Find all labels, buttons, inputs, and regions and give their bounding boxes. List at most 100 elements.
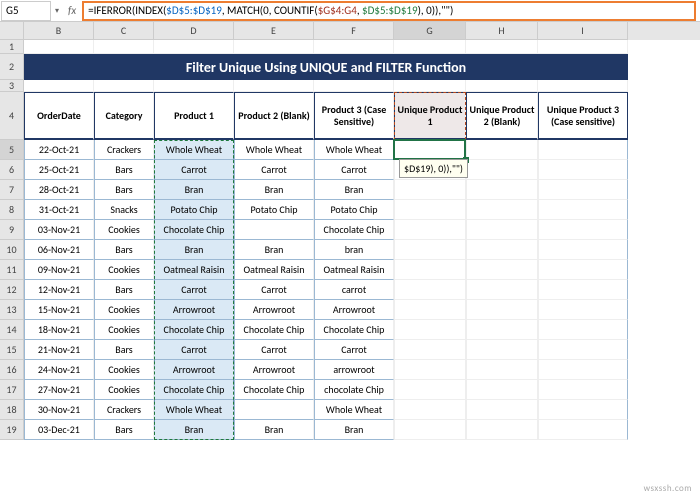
row-header-13[interactable]: 13 [0,300,24,320]
cell-I15[interactable] [538,340,628,360]
cell-F12[interactable]: carrot [314,280,394,300]
cell-G19[interactable] [394,420,466,440]
cell-C14[interactable]: Cookies [94,320,154,340]
cell-D13[interactable]: Arrowroot [154,300,234,320]
cell-D6[interactable]: Carrot [154,160,234,180]
cell-H10[interactable] [466,240,538,260]
cell-D12[interactable]: Carrot [154,280,234,300]
cell-B7[interactable]: 28-Oct-21 [24,180,94,200]
cell-I17[interactable] [538,380,628,400]
cell-G11[interactable] [394,260,466,280]
cell-E7[interactable]: Bran [234,180,314,200]
cell-F18[interactable]: Whole Wheat [314,400,394,420]
cell-G12[interactable] [394,280,466,300]
cell-C9[interactable]: Cookies [94,220,154,240]
cell-H9[interactable] [466,220,538,240]
cell-F9[interactable]: Chocolate Chip [314,220,394,240]
row-header-8[interactable]: 8 [0,200,24,220]
cell-E13[interactable]: Arrowroot [234,300,314,320]
row-header-3[interactable]: 3 [0,80,24,92]
cell-D19[interactable]: Bran [154,420,234,440]
cell-C18[interactable]: Crackers [94,400,154,420]
cell-E5[interactable]: Whole Wheat [234,140,314,160]
row-header-12[interactable]: 12 [0,280,24,300]
cell-B6[interactable]: 25-Oct-21 [24,160,94,180]
row-header-14[interactable]: 14 [0,320,24,340]
cell-D15[interactable]: Carrot [154,340,234,360]
cell-D17[interactable]: Chocolate Chip [154,380,234,400]
row-header-18[interactable]: 18 [0,400,24,420]
cell-E6[interactable]: Carrot [234,160,314,180]
cell-I6[interactable] [538,160,628,180]
cell-D7[interactable]: Bran [154,180,234,200]
cell-G15[interactable] [394,340,466,360]
cell-I13[interactable] [538,300,628,320]
cell-I14[interactable] [538,320,628,340]
col-header-G[interactable]: G [394,22,466,40]
cell-C8[interactable]: Snacks [94,200,154,220]
cell-D14[interactable]: Chocolate Chip [154,320,234,340]
col-header-B[interactable]: B [24,22,94,40]
row-header-1[interactable]: 1 [0,40,24,54]
cell-H18[interactable] [466,400,538,420]
cell-I9[interactable] [538,220,628,240]
cell-B14[interactable]: 18-Nov-21 [24,320,94,340]
cell-C16[interactable]: Cookies [94,360,154,380]
cell-D8[interactable]: Potato Chip [154,200,234,220]
cell-C11[interactable]: Cookies [94,260,154,280]
cell-G18[interactable] [394,400,466,420]
row-header-10[interactable]: 10 [0,240,24,260]
row-header-11[interactable]: 11 [0,260,24,280]
cell-B12[interactable]: 12-Nov-21 [24,280,94,300]
cell-G8[interactable] [394,200,466,220]
cell-I10[interactable] [538,240,628,260]
row-header-9[interactable]: 9 [0,220,24,240]
col-header-E[interactable]: E [234,22,314,40]
cell-G13[interactable] [394,300,466,320]
cell-I5[interactable] [538,140,628,160]
cell-E18[interactable] [234,400,314,420]
name-box[interactable]: G5 [1,1,51,21]
cell-G5[interactable] [394,140,466,160]
cell-B15[interactable]: 21-Nov-21 [24,340,94,360]
cell-I19[interactable] [538,420,628,440]
cell-B9[interactable]: 03-Nov-21 [24,220,94,240]
col-header-D[interactable]: D [154,22,234,40]
cell-I16[interactable] [538,360,628,380]
cell-F19[interactable]: Bran [314,420,394,440]
cell-C5[interactable]: Crackers [94,140,154,160]
cell-C17[interactable]: Cookies [94,380,154,400]
col-header-F[interactable]: F [314,22,394,40]
cell-H15[interactable] [466,340,538,360]
cell-H16[interactable] [466,360,538,380]
cell-H17[interactable] [466,380,538,400]
cell-H7[interactable] [466,180,538,200]
cell-B18[interactable]: 30-Nov-21 [24,400,94,420]
cell-F8[interactable]: Potato Chip [314,200,394,220]
cell-E15[interactable]: Carrot [234,340,314,360]
cell-G7[interactable] [394,180,466,200]
cell-B17[interactable]: 27-Nov-21 [24,380,94,400]
cell-F11[interactable]: Oatmeal Raisin [314,260,394,280]
cell-H11[interactable] [466,260,538,280]
cell-B16[interactable]: 24-Nov-21 [24,360,94,380]
cell-C6[interactable]: Bars [94,160,154,180]
cell-G17[interactable] [394,380,466,400]
cell-H14[interactable] [466,320,538,340]
cell-E11[interactable]: Oatmeal Raisin [234,260,314,280]
formula-input[interactable]: =IFERROR(INDEX($D$5:$D$19, MATCH(0, COUN… [82,1,696,21]
cell-B19[interactable]: 03-Dec-21 [24,420,94,440]
cell-C15[interactable]: Bars [94,340,154,360]
col-header-I[interactable]: I [538,22,628,40]
cell-E10[interactable]: Bran [234,240,314,260]
cell-B11[interactable]: 09-Nov-21 [24,260,94,280]
cell-C12[interactable]: Bars [94,280,154,300]
cell-H5[interactable] [466,140,538,160]
cell-F5[interactable]: Whole Wheat [314,140,394,160]
cell-I11[interactable] [538,260,628,280]
cell-E16[interactable]: Arrowroot [234,360,314,380]
cell-H6[interactable] [466,160,538,180]
row-header-7[interactable]: 7 [0,180,24,200]
cell-H8[interactable] [466,200,538,220]
row-header-19[interactable]: 19 [0,420,24,440]
